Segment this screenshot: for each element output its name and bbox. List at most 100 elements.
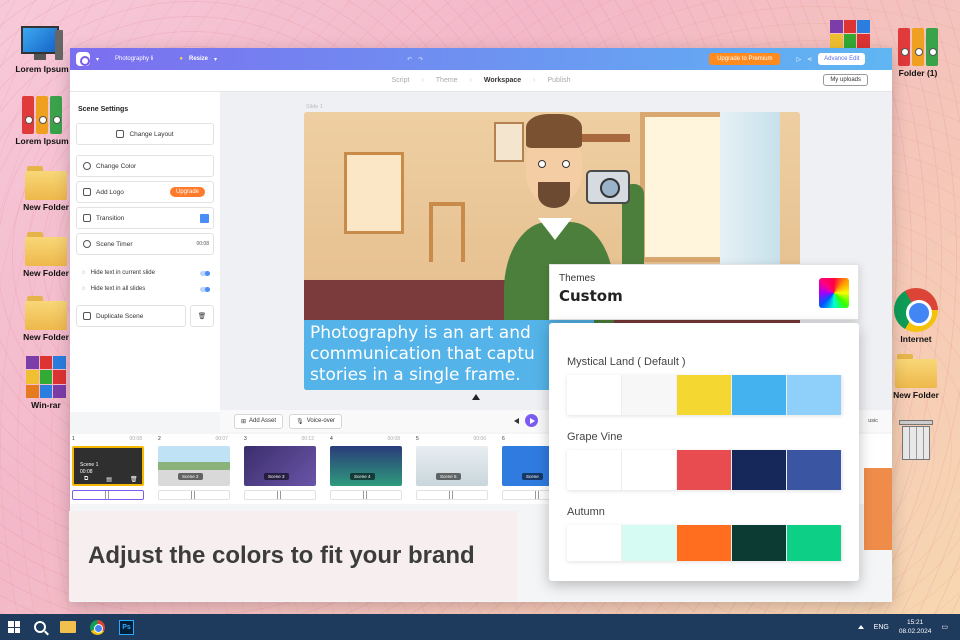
chrome-icon[interactable] [90,619,105,635]
resize-button[interactable]: Resize [189,56,208,62]
scene-thumbnail[interactable]: Scene 2 [158,446,230,486]
clock[interactable]: 15:21 08.02.2024 [899,618,932,636]
scene-audio-track[interactable] [72,490,144,500]
share-icon[interactable]: ⋖ [807,56,812,63]
play-button[interactable] [525,414,538,427]
change-layout-button[interactable]: Change Layout [76,123,214,145]
theme-name: Autumn [567,506,605,518]
desktop-icon-binders[interactable]: Lorem Ipsum [10,96,74,146]
music-label[interactable]: usic [868,418,878,424]
chevron-down-icon[interactable]: ▾ [214,56,217,63]
notification-icon[interactable]: ▭ [941,623,948,631]
layout-icon [116,130,125,138]
desktop-icon-folder-1[interactable]: Folder (1) [886,28,950,78]
redo-icon[interactable]: ↷ [418,56,423,63]
theme-palette[interactable] [567,375,842,415]
scene-tag: Scene 2 [178,473,203,480]
palette-swatch [567,450,622,490]
trash-icon[interactable]: 🗑 [130,476,138,483]
folder-icon [25,166,67,200]
transition-button[interactable]: Transition [76,207,214,229]
copy-icon[interactable]: ⧉ [84,476,88,483]
copy-icon [83,312,91,320]
scene-duration: 00:07 [215,436,228,442]
scene-thumbnail[interactable]: Scene 5 [416,446,488,486]
step-theme[interactable]: Theme [436,77,458,84]
upgrade-badge[interactable]: Upgrade [169,187,205,197]
voice-over-button[interactable]: 🎙 Voice-over [289,413,343,429]
voice-over-label: Voice-over [306,418,336,424]
scene-audio-track[interactable] [416,490,488,500]
step-separator-icon: › [421,77,424,84]
undo-icon[interactable]: ↶ [407,56,412,63]
theme-palette[interactable] [567,450,842,490]
scene-audio-track[interactable] [330,490,402,500]
caption-line: Photography is an art and [310,323,531,343]
theme-palette[interactable] [567,525,842,561]
desktop-icon-internet[interactable]: Internet [884,288,948,344]
desktop-icon-folder[interactable]: New Folder [14,232,78,278]
desktop-icon-folder[interactable]: New Folder [884,354,948,400]
step-script[interactable]: Script [392,77,410,84]
theme-option[interactable]: Autumn [567,506,842,561]
photoshop-icon[interactable]: Ps [119,619,134,635]
desktop-icon-winrar[interactable]: Win-rar [14,356,78,410]
scene-audio-track[interactable] [244,490,316,500]
step-publish[interactable]: Publish [548,77,571,84]
transition-toggle[interactable] [200,213,209,223]
folder-icon [25,232,67,266]
add-asset-button[interactable]: ⊞ Add Asset [234,413,284,429]
duplicate-scene-button[interactable]: Duplicate Scene [76,305,186,327]
scene-timer-value[interactable]: 00:08 [196,241,209,247]
file-explorer-icon[interactable] [60,621,76,633]
dropdown-caret-icon[interactable]: ▾ [96,56,99,63]
theme-name: Mystical Land ( Default ) [567,356,686,368]
change-color-button[interactable]: Change Color [76,155,214,177]
computer-icon [19,26,65,62]
theme-option[interactable]: Mystical Land ( Default ) [567,356,842,415]
microphone-icon: 🎙 [296,418,304,425]
step-workspace[interactable]: Workspace [484,77,521,84]
search-icon[interactable] [34,621,46,633]
delete-scene-button[interactable]: 🗑 [190,305,214,327]
camera-icon [586,170,630,204]
my-uploads-button[interactable]: My uploads [823,74,868,86]
themes-current-value: Custom [559,287,623,305]
palette-swatch [567,525,622,561]
scene-duration: 00:12 [301,436,314,442]
preview-play-icon[interactable]: ▷ [796,56,801,63]
scene-thumbnail[interactable]: Scene 1 00:08 ⧉ ▤ 🗑 [72,446,144,486]
windows-start-icon[interactable] [8,621,20,633]
scene-thumbnail[interactable]: Scene 3 [244,446,316,486]
desktop-icon-computer[interactable]: Lorem Ipsum [10,26,74,74]
desktop-icon-folder[interactable]: New Folder [14,296,78,342]
app-logo-icon[interactable] [76,52,90,66]
hide-text-current-toggle[interactable] [200,270,210,276]
desktop-icon-recycle-bin[interactable] [884,418,948,462]
advance-edit-button[interactable]: Advance Edit [818,53,866,65]
scene-timer-row[interactable]: Scene Timer 00:08 [76,233,214,255]
transition-label: Transition [96,214,125,222]
hide-text-all-toggle[interactable] [200,286,210,292]
project-name[interactable]: Photography li [115,56,153,62]
hide-text-current-label: Hide text in current slide [90,270,155,276]
color-wheel-icon[interactable] [819,278,849,308]
theme-option[interactable]: Grape Vine [567,431,842,490]
desktop-icon-folder[interactable]: New Folder [14,166,78,212]
step-separator-icon: › [533,77,536,84]
scene-number: 6 [502,436,505,442]
skip-back-icon[interactable] [514,417,519,424]
language-indicator[interactable]: ENG [874,624,889,631]
edit-icon[interactable]: ▤ [106,476,112,483]
upgrade-premium-button[interactable]: Upgrade to Premium [709,53,781,65]
eye-off-icon: ◌ [82,270,86,276]
scene-audio-track[interactable] [158,490,230,500]
show-hidden-icons-icon[interactable] [857,625,864,629]
scene-duration: 00:08 [129,436,142,442]
add-asset-icon: ⊞ [241,418,247,425]
themes-selector[interactable]: Themes Custom [549,264,859,320]
add-logo-button[interactable]: Add Logo Upgrade [76,181,214,203]
scene-thumbnail[interactable]: Scene 4 [330,446,402,486]
scene-number: 3 [244,436,247,442]
scene-tag: Scene 5 [436,473,461,480]
